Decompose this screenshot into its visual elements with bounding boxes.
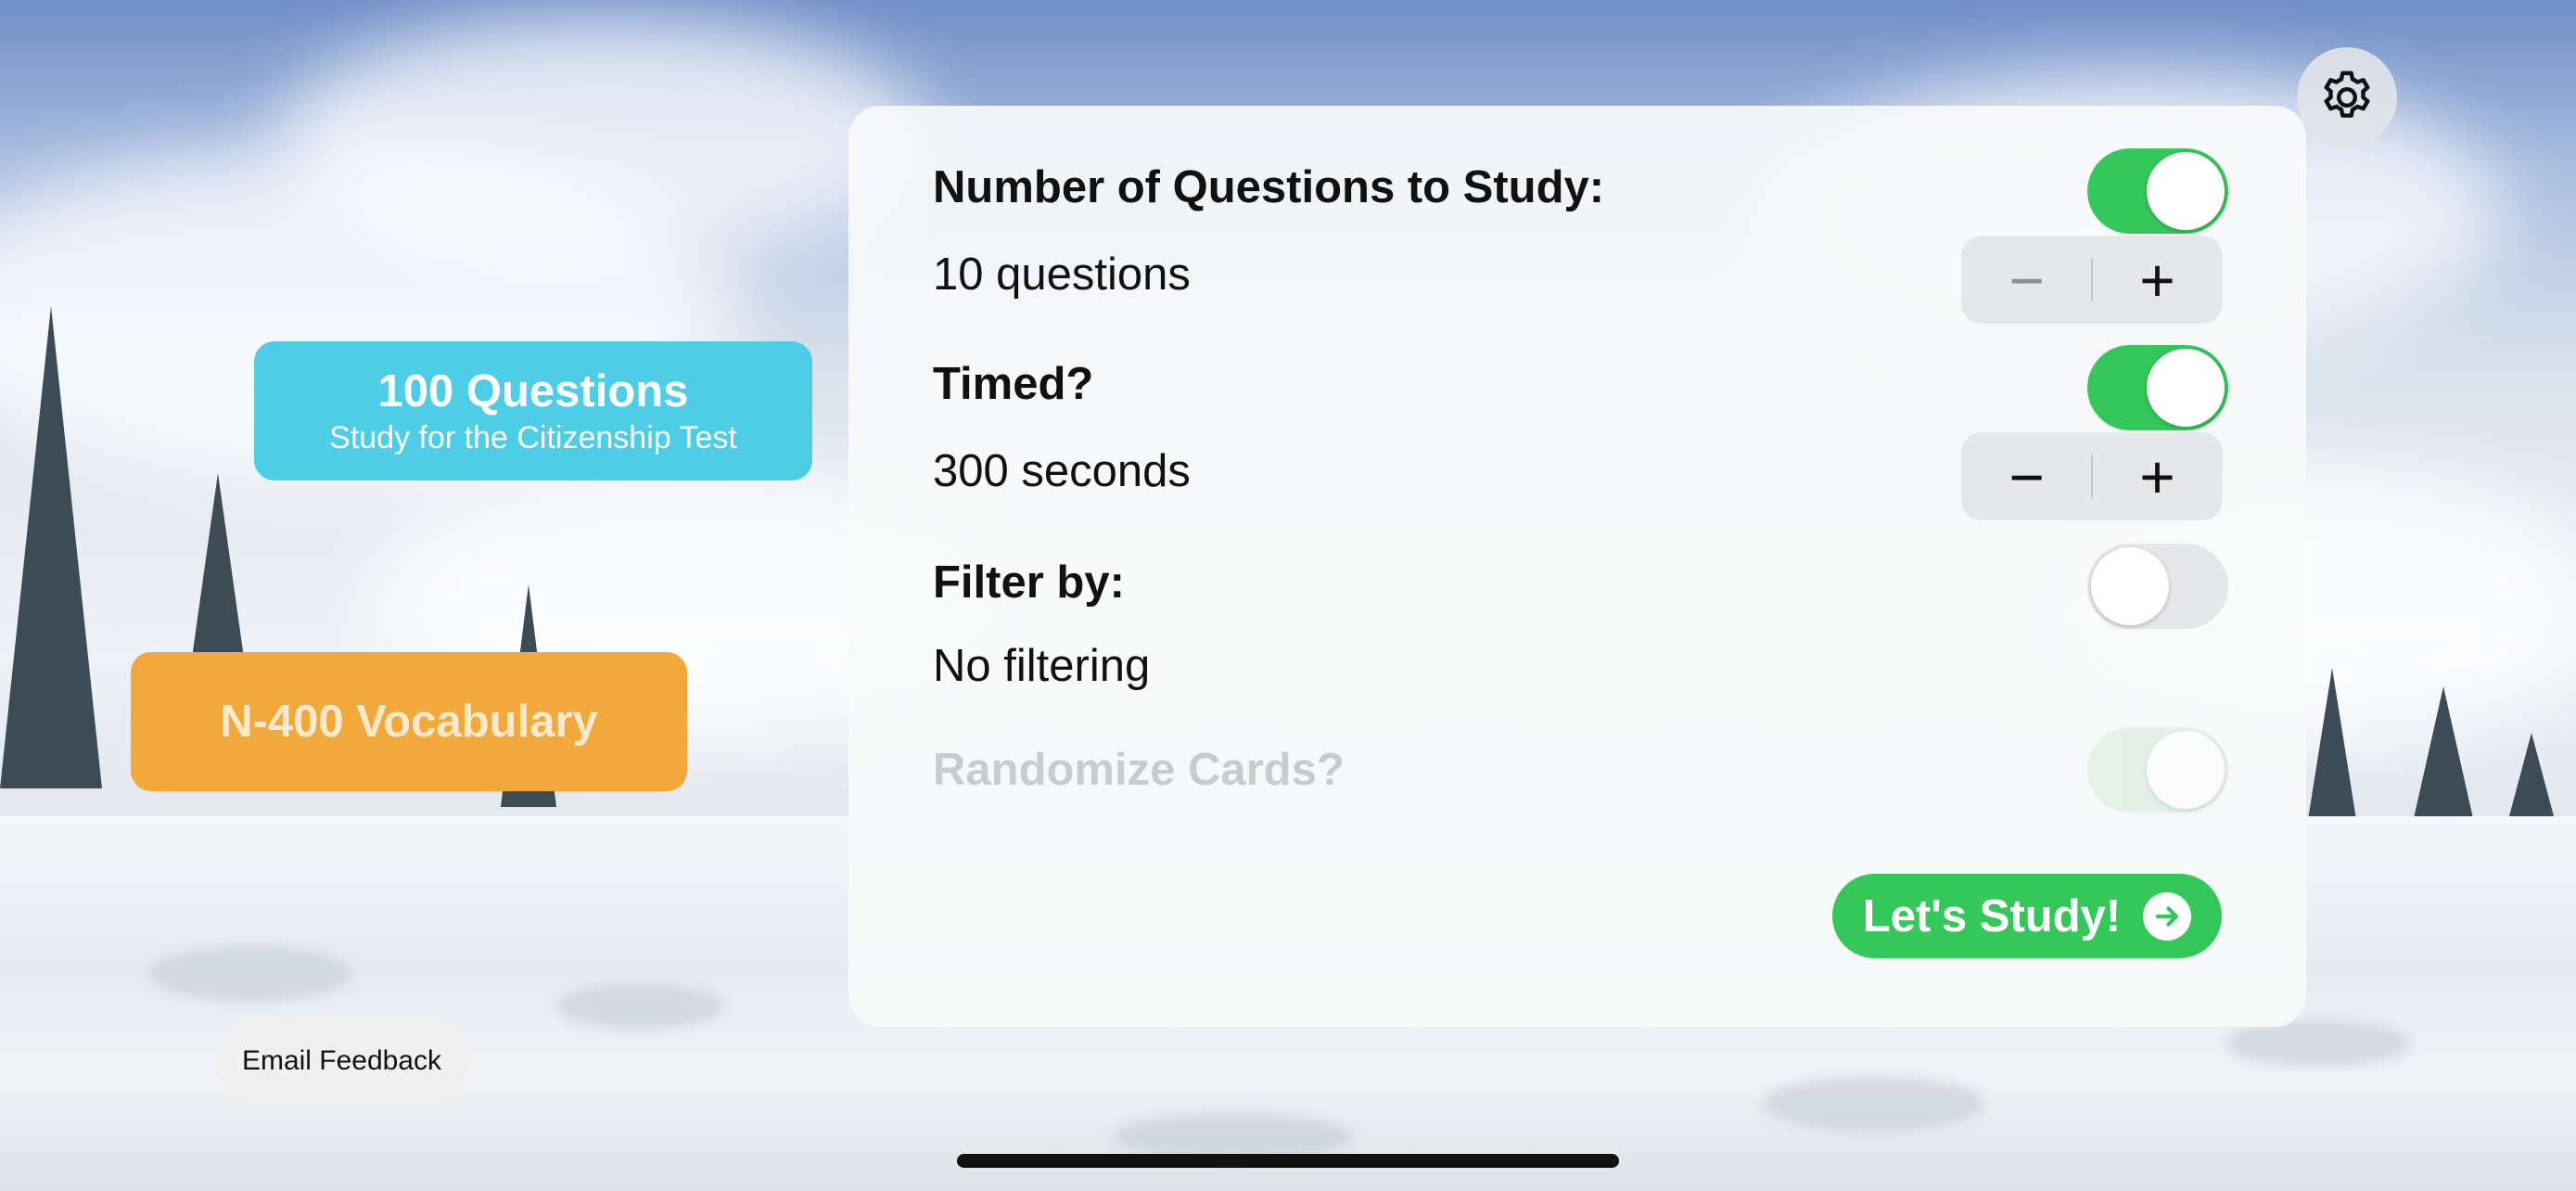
toggle-knob: [2091, 547, 2169, 625]
gear-icon: [2324, 70, 2370, 118]
randomize-cards-label: Randomize Cards?: [933, 745, 1345, 795]
timed-value: 300 seconds: [933, 446, 1191, 496]
questions-decrement-button[interactable]: −: [1961, 236, 2092, 324]
number-of-questions-toggle[interactable]: [2087, 148, 2228, 234]
number-of-questions-value: 10 questions: [933, 250, 1191, 300]
toggle-knob: [2147, 152, 2225, 230]
app-screen: 100 Questions Study for the Citizenship …: [0, 0, 2576, 1191]
seconds-increment-button[interactable]: +: [2092, 432, 2223, 520]
hundred-questions-title: 100 Questions: [377, 366, 689, 416]
email-feedback-label: Email Feedback: [241, 1044, 442, 1076]
number-of-questions-label: Number of Questions to Study:: [933, 162, 1605, 212]
study-settings-panel: Number of Questions to Study: 10 questio…: [848, 106, 2306, 1027]
randomize-cards-toggle[interactable]: [2087, 727, 2228, 813]
seconds-stepper[interactable]: − +: [1961, 432, 2223, 520]
lets-study-label: Let's Study!: [1862, 890, 2122, 941]
toggle-knob: [2147, 731, 2225, 809]
hundred-questions-subtitle: Study for the Citizenship Test: [329, 420, 737, 455]
lets-study-button[interactable]: Let's Study!: [1832, 874, 2222, 958]
filter-value: No filtering: [933, 641, 1151, 691]
timed-label: Timed?: [933, 359, 1094, 409]
email-feedback-button[interactable]: Email Feedback: [214, 1018, 469, 1104]
timed-toggle[interactable]: [2087, 345, 2228, 430]
n400-vocabulary-button[interactable]: N-400 Vocabulary: [131, 652, 687, 791]
home-indicator: [957, 1154, 1619, 1168]
arrow-right-circle-icon: [2143, 891, 2192, 941]
filter-toggle[interactable]: [2087, 544, 2228, 629]
settings-button[interactable]: [2297, 47, 2397, 147]
seconds-decrement-button[interactable]: −: [1961, 432, 2092, 520]
hundred-questions-button[interactable]: 100 Questions Study for the Citizenship …: [254, 341, 812, 480]
questions-increment-button[interactable]: +: [2092, 236, 2223, 324]
questions-stepper[interactable]: − +: [1961, 236, 2223, 324]
filter-label: Filter by:: [933, 557, 1125, 608]
n400-vocabulary-label: N-400 Vocabulary: [220, 697, 598, 747]
toggle-knob: [2147, 349, 2225, 427]
